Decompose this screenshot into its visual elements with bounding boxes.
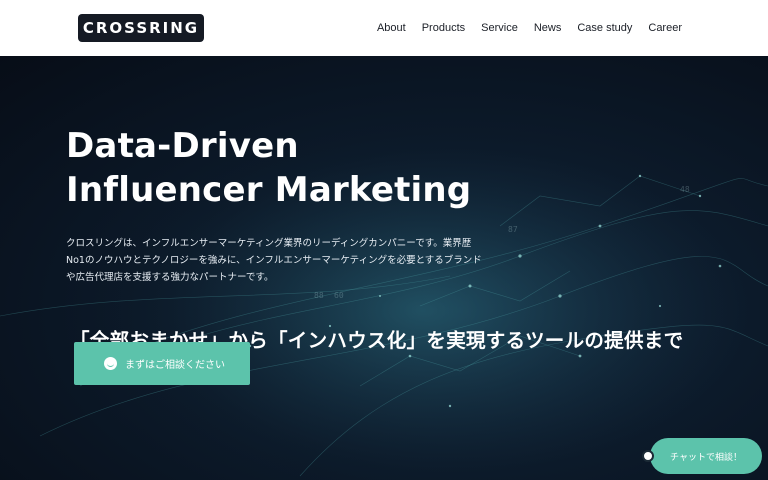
smile-icon: [104, 357, 117, 370]
crossring-logo[interactable]: CROSSRING: [78, 14, 204, 42]
chat-status-dot: [642, 450, 654, 462]
main-nav: About Products Service News Case study C…: [377, 0, 682, 56]
nav-service[interactable]: Service: [481, 22, 518, 34]
svg-text:88: 88: [314, 291, 324, 300]
chat-button[interactable]: チャットで相談！: [650, 438, 762, 474]
hero-description: クロスリングは、インフルエンサーマーケティング業界のリーディングカンパニーです。…: [66, 235, 506, 286]
description-line-2: No1のノウハウとテクノロジーを強みに、インフルエンサーマーケティングを必要とす…: [66, 255, 482, 266]
hero-section: 88 60 87 48 Data-Driven Influencer Marke…: [0, 56, 768, 480]
svg-text:48: 48: [680, 185, 690, 194]
svg-text:87: 87: [508, 225, 518, 234]
nav-career[interactable]: Career: [648, 22, 682, 34]
nav-about[interactable]: About: [377, 22, 406, 34]
nav-products[interactable]: Products: [422, 22, 465, 34]
svg-text:60: 60: [334, 291, 344, 300]
headline-line-1: Data-Driven: [66, 126, 299, 166]
headline-line-2: Influencer Marketing: [66, 170, 472, 210]
site-header: CROSSRING About Products Service News Ca…: [0, 0, 768, 56]
consult-button[interactable]: まずはご相談ください: [74, 342, 250, 385]
nav-case-study[interactable]: Case study: [577, 22, 632, 34]
chat-button-label: チャットで相談！: [670, 452, 742, 463]
consult-button-label: まずはご相談ください: [125, 360, 225, 371]
description-line-3: や広告代理店を支援する強力なパートナーです。: [66, 272, 274, 283]
hero-headline: Data-Driven Influencer Marketing: [66, 124, 471, 212]
description-line-1: クロスリングは、インフルエンサーマーケティング業界のリーディングカンパニーです。…: [66, 238, 472, 249]
nav-news[interactable]: News: [534, 22, 562, 34]
